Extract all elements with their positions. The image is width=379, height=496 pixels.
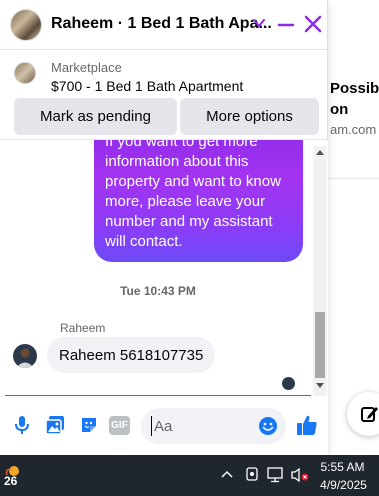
emoji-icon[interactable] [258, 416, 278, 436]
chevron-up-icon[interactable] [220, 469, 234, 479]
background-divider [320, 178, 379, 179]
sticker-icon[interactable] [79, 415, 99, 435]
chat-window: Raheem · 1 Bed 1 Bath Apa... Marketplace… [0, 0, 328, 455]
new-message-button[interactable] [347, 392, 379, 436]
clock-date[interactable]: 4/9/2025 [316, 478, 371, 492]
microphone-icon[interactable] [14, 415, 30, 435]
outgoing-message: If you want to get more information abou… [94, 140, 303, 262]
chevron-down-icon[interactable] [252, 16, 266, 30]
seen-indicator-avatar [282, 377, 295, 390]
thumbs-up-icon[interactable] [296, 414, 318, 436]
camera-icon[interactable] [245, 467, 259, 483]
background-domain: am.com [330, 122, 377, 137]
incoming-message: Raheem 5618107735 [47, 337, 216, 373]
more-options-button[interactable]: More options [180, 98, 319, 135]
background-title-line2[interactable]: on [330, 101, 348, 118]
message-input[interactable] [151, 416, 251, 436]
background-title-line1[interactable]: Possibl [330, 80, 379, 97]
weather-temperature[interactable]: 26 [4, 474, 17, 488]
message-list[interactable]: If you want to get more information abou… [0, 140, 328, 396]
gif-icon[interactable]: GIF [109, 416, 130, 435]
listing-price-title[interactable]: $700 - 1 Bed 1 Bath Apartment [51, 78, 243, 94]
volume-muted-icon[interactable] [290, 467, 310, 483]
scroll-down-arrow[interactable] [316, 383, 324, 388]
message-timestamp: Tue 10:43 PM [120, 284, 196, 298]
listing-thumbnail[interactable] [14, 62, 36, 84]
close-icon[interactable] [304, 15, 322, 33]
listing-source: Marketplace [51, 60, 122, 75]
chat-header[interactable]: Raheem · 1 Bed 1 Bath Apa... [0, 0, 328, 50]
taskbar: 26 5:55 AM 4/9/2025 [0, 455, 379, 496]
mark-as-pending-button[interactable]: Mark as pending [14, 98, 177, 135]
message-composer: GIF [0, 396, 328, 455]
listing-panel: Marketplace $700 - 1 Bed 1 Bath Apartmen… [0, 50, 328, 140]
person-icon [16, 348, 34, 368]
scroll-up-arrow[interactable] [316, 150, 324, 155]
network-icon[interactable] [266, 467, 284, 483]
sender-avatar[interactable] [13, 344, 37, 368]
scrollbar-thumb[interactable] [315, 312, 325, 378]
sender-name: Raheem [60, 321, 106, 335]
minimize-icon[interactable] [278, 16, 294, 32]
listing-avatar[interactable] [10, 9, 42, 41]
photo-icon[interactable] [45, 415, 65, 435]
chat-title[interactable]: Raheem · 1 Bed 1 Bath Apa... [51, 15, 272, 33]
compose-icon [361, 407, 378, 422]
clock-time[interactable]: 5:55 AM [320, 460, 365, 474]
message-input-wrapper[interactable] [141, 408, 286, 444]
